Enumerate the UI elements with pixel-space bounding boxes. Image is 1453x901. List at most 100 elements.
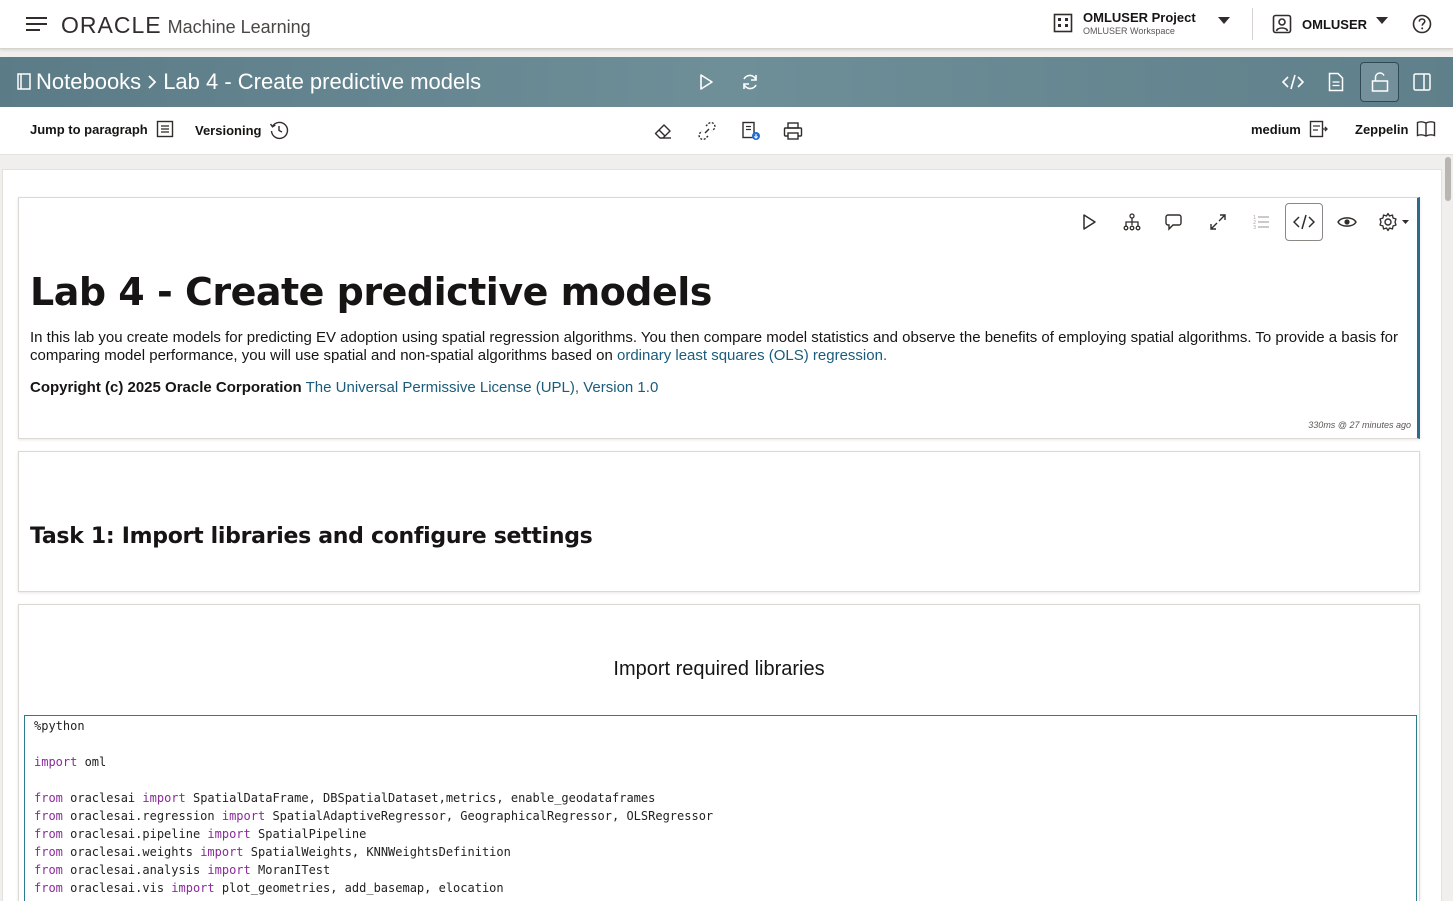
code-line: %python	[34, 717, 1416, 735]
copyright-line: Copyright (c) 2025 Oracle Corporation Th…	[30, 379, 658, 396]
task-heading: Task 1: Import libraries and configure s…	[30, 524, 593, 549]
svg-text:3: 3	[1253, 225, 1256, 231]
notebook-title: Lab 4 - Create predictive models	[163, 69, 482, 94]
imports-heading: Import required libraries	[613, 658, 825, 680]
upl-license-link[interactable]: The Universal Permissive License (UPL), …	[306, 379, 659, 396]
workspace-name: OMLUSER Workspace	[1083, 26, 1175, 36]
code-line: from oraclesai.weights import SpatialWei…	[34, 843, 1416, 861]
interpreter-label: Zeppelin	[1355, 121, 1409, 137]
paragraph-settings-gear-icon[interactable]	[1371, 203, 1417, 241]
eraser-icon[interactable]	[651, 119, 675, 143]
paragraph-task1[interactable]: Task 1: Import libraries and configure s…	[18, 451, 1420, 592]
list-icon	[156, 120, 173, 138]
project-caret-down-icon[interactable]	[1218, 17, 1230, 25]
user-name: OMLUSER	[1302, 16, 1367, 32]
notebook-icon	[16, 73, 32, 91]
notebook-title-band: Notebooks Lab 4 - Create predictive mode…	[0, 57, 1453, 107]
code-line: from oraclesai.vis import plot_geometrie…	[34, 879, 1416, 897]
code-line: from oraclesai import SpatialDataFrame, …	[34, 789, 1416, 807]
code-keyword: from	[34, 809, 63, 823]
code-keyword: from	[34, 827, 63, 841]
code-token: oraclesai.weights	[62, 845, 201, 859]
hamburger-menu-icon[interactable]	[26, 14, 48, 34]
refresh-icon[interactable]	[738, 70, 762, 94]
paragraph-size-label: medium	[1251, 121, 1301, 137]
code-token: oraclesai.regression	[62, 809, 222, 823]
code-line: from oraclesai.pipeline import SpatialPi…	[34, 825, 1416, 843]
book-icon	[1417, 121, 1436, 137]
paragraph-toolbar: 123	[1065, 203, 1417, 241]
brand-oracle-text: ORACLE	[61, 12, 162, 38]
versioning-label: Versioning	[195, 122, 262, 138]
run-all-icon[interactable]	[694, 70, 718, 94]
paragraph-imports[interactable]: Import required libraries %python import …	[18, 604, 1420, 901]
project-name: OMLUSER Project	[1083, 10, 1196, 25]
jump-to-paragraph-button[interactable]: Jump to paragraph	[30, 120, 174, 138]
vertical-scrollbar[interactable]	[1443, 155, 1453, 901]
breadcrumb-notebooks-link[interactable]: Notebooks	[36, 69, 141, 95]
line-numbers-icon[interactable]: 123	[1242, 203, 1280, 241]
code-keyword: from	[34, 881, 63, 895]
notebook-canvas: 123 Lab 4 - Create predictive models In …	[0, 155, 1453, 901]
notebook-toolbar: Jump to paragraph Versioning medium Zepp…	[0, 107, 1453, 155]
code-token: oraclesai.analysis	[62, 863, 208, 877]
brand-logo[interactable]: ORACLE Machine Learning	[61, 12, 311, 39]
code-keyword: from	[34, 863, 63, 877]
code-token: oraclesai.vis	[62, 881, 172, 895]
history-icon	[270, 121, 289, 140]
document-view-icon[interactable]	[1324, 70, 1348, 94]
split-panel-icon[interactable]	[1410, 70, 1434, 94]
export-notebook-icon[interactable]	[739, 119, 763, 143]
code-view-icon[interactable]	[1281, 70, 1305, 94]
paragraph-intro[interactable]: 123 Lab 4 - Create predictive models In …	[18, 197, 1420, 439]
unlink-icon[interactable]	[695, 119, 719, 143]
scrollbar-thumb[interactable]	[1445, 157, 1451, 201]
paragraph-size-button[interactable]: medium	[1251, 120, 1329, 138]
code-token: SpatialDataFrame, DBSpatialDataset,metri…	[185, 791, 656, 805]
versioning-button[interactable]: Versioning	[195, 120, 289, 140]
code-keyword: import	[207, 827, 251, 841]
building-icon	[1053, 13, 1073, 33]
code-keyword: import	[200, 845, 244, 859]
brand-product-text: Machine Learning	[167, 17, 311, 37]
code-line: from oraclesai.regression import Spatial…	[34, 807, 1416, 825]
user-avatar-icon	[1272, 14, 1292, 34]
help-icon[interactable]	[1412, 14, 1432, 34]
code-line: import oml	[34, 753, 1416, 771]
interpreter-button[interactable]: Zeppelin	[1355, 120, 1436, 138]
code-token: plot_geometries, add_basemap, elocation	[214, 881, 504, 895]
code-token: oraclesai.pipeline	[62, 827, 208, 841]
resize-icon	[1309, 120, 1328, 138]
run-paragraph-icon[interactable]	[1070, 203, 1108, 241]
expand-icon[interactable]	[1199, 203, 1237, 241]
unlock-icon[interactable]	[1360, 62, 1399, 102]
code-token: MoranITest	[250, 863, 331, 877]
header-divider	[1252, 8, 1253, 40]
run-info: 330ms @ 27 minutes ago	[1308, 420, 1411, 430]
code-keyword: import	[34, 755, 78, 769]
breadcrumb-separator	[147, 74, 157, 90]
user-menu[interactable]: OMLUSER	[1272, 14, 1367, 34]
paragraph-heading: Lab 4 - Create predictive models	[30, 270, 712, 314]
code-token: oraclesai	[62, 791, 143, 805]
code-keyword: import	[221, 809, 266, 823]
paragraph-description: In this lab you create models for predic…	[30, 329, 1400, 365]
code-token: SpatialAdaptiveRegressor, GeographicalRe…	[265, 809, 714, 823]
ols-regression-link[interactable]: ordinary least squares (OLS) regression.	[617, 347, 887, 364]
comments-icon[interactable]	[1156, 203, 1194, 241]
copyright-text: Copyright (c) 2025 Oracle Corporation	[30, 379, 302, 396]
run-dependencies-icon[interactable]	[1113, 203, 1151, 241]
code-keyword: import	[207, 863, 251, 877]
code-token: %python	[34, 719, 85, 733]
user-caret-down-icon[interactable]	[1376, 17, 1388, 25]
breadcrumb: Notebooks Lab 4 - Create predictive mode…	[16, 69, 481, 95]
print-icon[interactable]	[781, 119, 805, 143]
code-token: SpatialPipeline	[250, 827, 367, 841]
project-selector[interactable]: OMLUSER Project OMLUSER Workspace	[1053, 10, 1196, 36]
code-editor[interactable]: %python import oml from oraclesai import S…	[24, 715, 1417, 901]
code-line: from oraclesai.analysis import MoranITes…	[34, 861, 1416, 879]
code-keyword: from	[34, 845, 63, 859]
toggle-output-eye-icon[interactable]	[1328, 203, 1366, 241]
toggle-code-icon[interactable]	[1285, 203, 1323, 241]
